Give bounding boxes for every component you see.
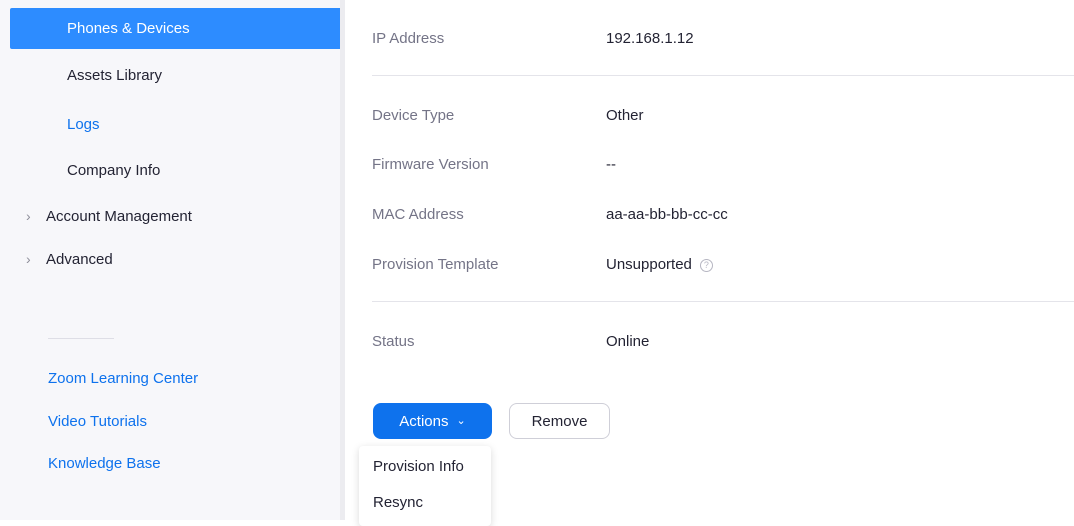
sidebar-divider [48,338,114,339]
menu-item-resync[interactable]: Resync [373,494,423,511]
help-icon[interactable]: ? [699,259,713,272]
actions-button[interactable]: Actions ⌄ [373,403,492,439]
sidebar-item-phones-devices[interactable]: Phones & Devices [10,8,340,49]
status-label: Status [372,333,415,350]
sidebar-group-label: Account Management [46,207,192,225]
actions-menu: Provision Info Resync [359,446,491,526]
help-link-knowledge-base[interactable]: Knowledge Base [48,455,161,472]
sidebar-item-label: Company Info [67,161,161,179]
help-link-zoom-learning-center[interactable]: Zoom Learning Center [48,370,198,387]
ip-address-label: IP Address [372,30,445,47]
sidebar-group-label: Advanced [46,250,113,268]
sidebar-item-label: Assets Library [67,66,163,84]
section-divider [372,301,1074,302]
remove-button[interactable]: Remove [509,403,610,439]
provision-template-label: Provision Template [372,256,499,273]
firmware-version-value: -- [606,156,616,173]
sidebar-item-assets-library[interactable]: Assets Library [10,55,340,95]
sidebar-item-company-info[interactable]: Company Info [10,150,340,190]
provision-template-text: Unsupported [606,256,692,273]
help-link-video-tutorials[interactable]: Video Tutorials [48,413,147,430]
sidebar-item-label: Logs [67,115,100,133]
sidebar-item-label: Phones & Devices [67,20,190,37]
provision-template-value: Unsupported? [606,256,713,273]
mac-address-label: MAC Address [372,206,464,223]
chevron-right-icon: › [26,208,31,224]
chevron-right-icon: › [26,251,31,267]
device-type-value: Other [606,107,644,124]
sidebar-group-account-management[interactable]: › Account Management [26,201,192,231]
sidebar-separator [340,0,345,520]
ip-address-value: 192.168.1.12 [606,30,694,47]
device-type-label: Device Type [372,107,455,124]
section-divider [372,75,1074,76]
firmware-version-label: Firmware Version [372,156,489,173]
status-value: Online [606,333,650,350]
sidebar-group-advanced[interactable]: › Advanced [26,244,113,274]
actions-button-label: Actions [399,412,449,430]
menu-item-provision-info[interactable]: Provision Info [373,458,464,475]
chevron-down-icon: ⌄ [456,414,466,427]
mac-address-value: aa-aa-bb-bb-cc-cc [606,206,728,223]
sidebar-item-logs[interactable]: Logs [10,104,340,144]
sidebar: Phones & Devices Assets Library Logs Com… [0,0,340,520]
